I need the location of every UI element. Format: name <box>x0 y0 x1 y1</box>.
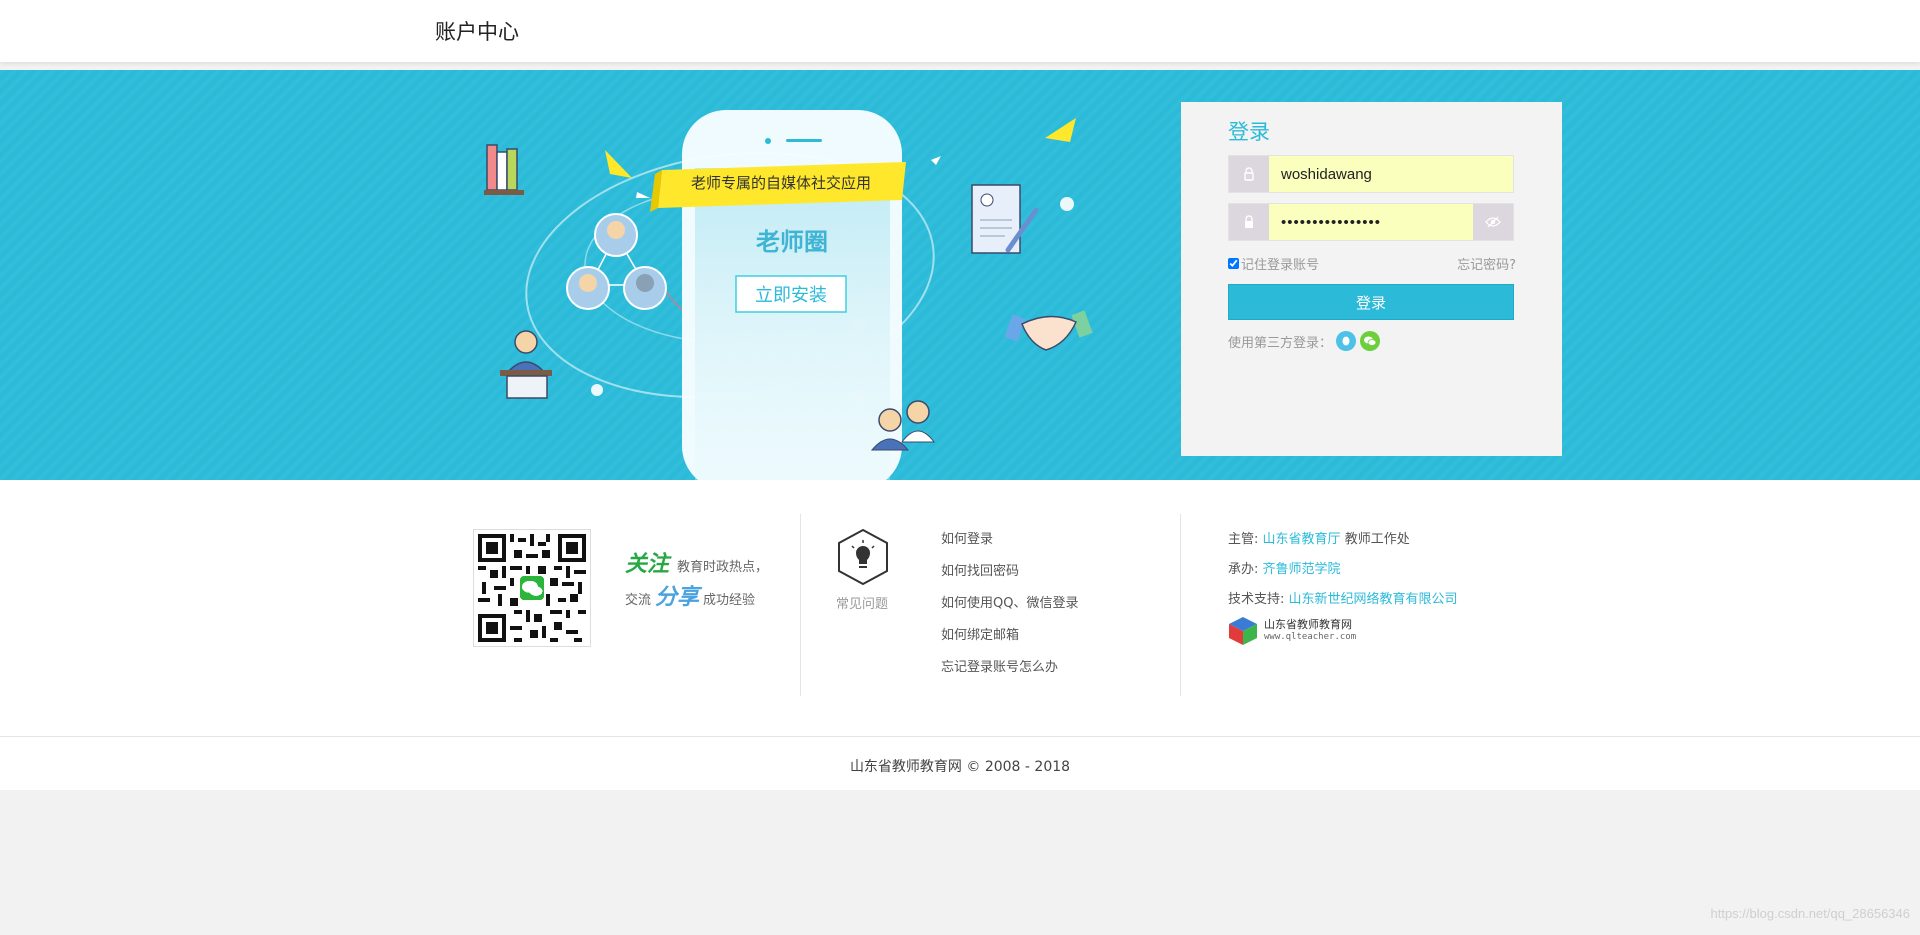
support-link[interactable]: 山东新世纪网络教育有限公司 <box>1289 592 1458 607</box>
third-party-login: 使用第三方登录： <box>1228 331 1381 351</box>
app-promo-illustration[interactable]: 老师专属的自媒体社交应用 老师圈 立即安装 <box>470 70 1110 480</box>
page-title: 账户中心 <box>435 20 519 44</box>
remember-account-checkbox[interactable] <box>1228 258 1239 269</box>
organizer-link[interactable]: 齐鲁师范学院 <box>1263 562 1341 577</box>
share-word: 分享 <box>655 585 700 610</box>
follow-slogan: 关注 教育时政热点， 交流 分享 成功经验 <box>625 550 768 616</box>
wechat-qr-code <box>473 529 591 647</box>
divider <box>800 514 801 696</box>
support-label: 技术支持: <box>1228 592 1285 607</box>
users-network-icon <box>566 213 667 310</box>
remember-account-label: 记住登录账号 <box>1241 258 1320 273</box>
third-party-label: 使用第三方登录： <box>1228 335 1333 351</box>
logo-url: www.qlteacher.com <box>1264 632 1357 642</box>
host-suffix: 教师工作处 <box>1344 532 1410 547</box>
login-panel: 登录 记住登录账号 忘记密码? 登录 使用第三方登录： <box>1181 102 1562 456</box>
handshake-icon <box>1004 310 1093 351</box>
footer: 山东省教师教育网 © 2008 - 2018 <box>0 736 1920 790</box>
books-icon <box>484 144 524 195</box>
follow-text-1: 教育时政热点， <box>677 560 769 575</box>
organizer-label: 承办: <box>1228 562 1259 577</box>
follow-text-2: 成功经验 <box>703 593 756 608</box>
lock-icon <box>1229 204 1269 240</box>
login-title: 登录 <box>1228 120 1270 144</box>
contract-icon <box>971 184 1039 254</box>
login-button[interactable]: 登录 <box>1228 284 1514 320</box>
faq-item-forgot-account[interactable]: 忘记登录账号怎么办 <box>941 658 1078 690</box>
faq-item-recover-password[interactable]: 如何找回密码 <box>941 562 1078 594</box>
qq-icon[interactable] <box>1336 331 1357 351</box>
app-name-text: 老师圈 <box>756 228 828 256</box>
qlteacher-logo[interactable]: 山东省教师教育网 www.qlteacher.com <box>1228 616 1356 646</box>
faq-list: 如何登录 如何找回密码 如何使用QQ、微信登录 如何绑定邮箱 忘记登录账号怎么办 <box>941 530 1078 690</box>
header: 账户中心 <box>0 0 1920 62</box>
follow-text-2-prefix: 交流 <box>625 593 652 608</box>
wechat-icon[interactable] <box>1360 331 1381 351</box>
faq-item-login[interactable]: 如何登录 <box>941 530 1078 562</box>
slogan-text: 老师专属的自媒体社交应用 <box>691 174 871 192</box>
host-link[interactable]: 山东省教育厅 <box>1263 532 1341 547</box>
info-section: 关注 教育时政热点， 交流 分享 成功经验 常见问题 如何登录 如何找回密码 如何使用… <box>0 480 1920 736</box>
divider <box>1180 514 1181 696</box>
forgot-password-link[interactable]: 忘记密码? <box>1457 254 1516 273</box>
faq-item-qq-wechat-login[interactable]: 如何使用QQ、微信登录 <box>941 594 1078 626</box>
username-input[interactable] <box>1269 156 1513 192</box>
user-icon <box>1229 156 1269 192</box>
cube-logo-icon <box>1229 617 1257 645</box>
remember-account-option[interactable]: 记住登录账号 <box>1228 254 1319 273</box>
copyright-text: 山东省教师教育网 © 2008 - 2018 <box>849 759 1071 775</box>
faq-label: 常见问题 <box>836 597 889 612</box>
watermark-text: https://blog.csdn.net/qq_28656346 <box>1710 906 1911 921</box>
logo-chinese-name: 山东省教师教育网 <box>1264 618 1352 631</box>
organization-info: 主管: 山东省教育厅 教师工作处 承办: 齐鲁师范学院 技术支持: 山东新世纪网… <box>1228 528 1458 618</box>
username-field-wrapper <box>1228 155 1514 193</box>
password-input[interactable] <box>1269 204 1473 240</box>
hero-banner: 老师专属的自媒体社交应用 老师圈 立即安装 登录 woshidawang •••… <box>0 70 1920 480</box>
password-field-wrapper <box>1228 203 1514 241</box>
toggle-password-eye-icon[interactable] <box>1473 204 1513 240</box>
faq-item-bind-email[interactable]: 如何绑定邮箱 <box>941 626 1078 658</box>
lightbulb-icon <box>838 528 888 586</box>
host-label: 主管: <box>1228 532 1259 547</box>
svg-text:立即安装: 立即安装 <box>755 285 827 306</box>
install-button[interactable]: 立即安装 <box>735 275 847 313</box>
follow-word: 关注 <box>625 552 670 577</box>
